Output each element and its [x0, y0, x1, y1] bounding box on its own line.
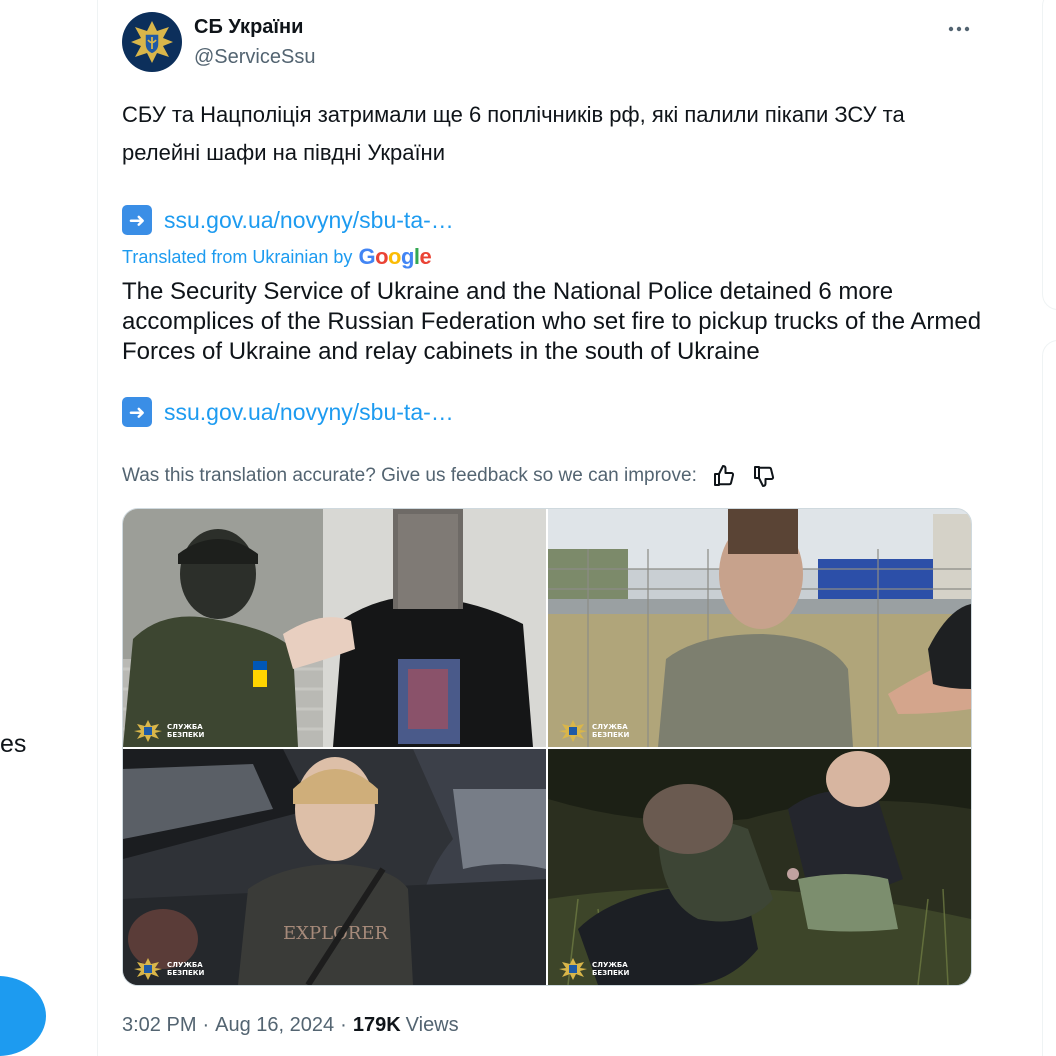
link-text[interactable]: ssu.gov.ua/novyny/sbu-ta-… [164, 399, 454, 426]
thumbs-down-button[interactable] [751, 463, 777, 489]
thumbs-up-icon [713, 465, 734, 486]
watermark-line: БЕЗПЕКИ [167, 969, 205, 977]
tweet-time[interactable]: 3:02 PM [122, 1014, 196, 1037]
sidebar-card [1042, 340, 1056, 1056]
watermark-line: СЛУЖБА [592, 961, 628, 969]
watermark-line: БЕЗПЕКИ [592, 731, 630, 739]
translation-attribution: Translated from Ukrainian by Google [122, 244, 432, 270]
photo-image [548, 509, 971, 747]
thumbs-down-icon [753, 466, 774, 487]
photo-3[interactable]: EXPLORER СЛУЖБА БЕЗПЕКИ [123, 749, 546, 985]
google-logo: Google [358, 244, 432, 269]
left-sidebar-edge: es [0, 0, 98, 1056]
media-grid: СЛУЖБА БЕЗПЕКИ СЛУЖБА БЕЗПЕКИ EXPLORER С… [122, 508, 972, 986]
thumbs-up-button[interactable] [711, 463, 737, 489]
photo-image: EXPLORER [123, 749, 546, 985]
translated-text: The Security Service of Ukraine and the … [122, 278, 982, 365]
ssu-watermark: СЛУЖБА БЕЗПЕКИ [558, 719, 629, 743]
photo-image [123, 509, 546, 747]
ssu-emblem-icon [559, 720, 587, 742]
ssu-watermark: СЛУЖБА БЕЗПЕКИ [133, 957, 204, 981]
sidebar-card [1042, 0, 1056, 310]
ssu-emblem-icon [134, 958, 162, 980]
translated-from-label: Translated from Ukrainian by [122, 246, 353, 267]
watermark-line: СЛУЖБА [167, 961, 203, 969]
meta-separator: · [202, 1014, 210, 1036]
translation-feedback: Was this translation accurate? Give us f… [122, 463, 777, 489]
views-count: 179K [352, 1014, 401, 1036]
right-arrow-icon: ➜ [122, 205, 152, 235]
translated-link[interactable]: ➜ ssu.gov.ua/novyny/sbu-ta-… [122, 397, 454, 427]
handle[interactable]: @ServiceSsu [194, 46, 315, 69]
tweet: СБ України @ServiceSsu СБУ та Нацполіція… [98, 0, 1038, 1056]
ssu-emblem-icon [559, 958, 587, 980]
right-arrow-icon: ➜ [122, 397, 152, 427]
watermark-line: БЕЗПЕКИ [167, 731, 205, 739]
ssu-emblem-icon [134, 720, 162, 742]
compose-button[interactable] [0, 976, 46, 1056]
watermark-line: СЛУЖБА [167, 723, 203, 731]
feedback-prompt: Was this translation accurate? Give us f… [122, 465, 697, 486]
more-dots-icon [948, 26, 970, 32]
watermark-line: СЛУЖБА [592, 723, 628, 731]
photo-1[interactable]: СЛУЖБА БЕЗПЕКИ [123, 509, 546, 747]
ssu-watermark: СЛУЖБА БЕЗПЕКИ [133, 719, 204, 743]
tweet-text: СБУ та Нацполіція затримали ще 6 поплічн… [122, 102, 905, 165]
avatar[interactable] [122, 12, 182, 72]
photo-4[interactable]: СЛУЖБА БЕЗПЕКИ [548, 749, 971, 985]
more-options-button[interactable] [944, 14, 974, 44]
link-text[interactable]: ssu.gov.ua/novyny/sbu-ta-… [164, 207, 454, 234]
tweet-link[interactable]: ➜ ssu.gov.ua/novyny/sbu-ta-… [122, 205, 454, 235]
photo-2[interactable]: СЛУЖБА БЕЗПЕКИ [548, 509, 971, 747]
tweet-meta: 3:02 PM · Aug 16, 2024 · 179K Views [122, 1014, 459, 1037]
ssu-emblem-icon [131, 21, 173, 63]
watermark-line: БЕЗПЕКИ [592, 969, 630, 977]
ssu-watermark: СЛУЖБА БЕЗПЕКИ [558, 957, 629, 981]
views-label: Views [405, 1014, 459, 1036]
display-name[interactable]: СБ України [194, 16, 303, 39]
sidebar-cutoff-label: es [0, 730, 27, 758]
meta-separator: · [340, 1014, 347, 1036]
right-sidebar-edge [1038, 0, 1056, 1056]
photo-image [548, 749, 971, 985]
tweet-date[interactable]: Aug 16, 2024 [215, 1014, 334, 1037]
